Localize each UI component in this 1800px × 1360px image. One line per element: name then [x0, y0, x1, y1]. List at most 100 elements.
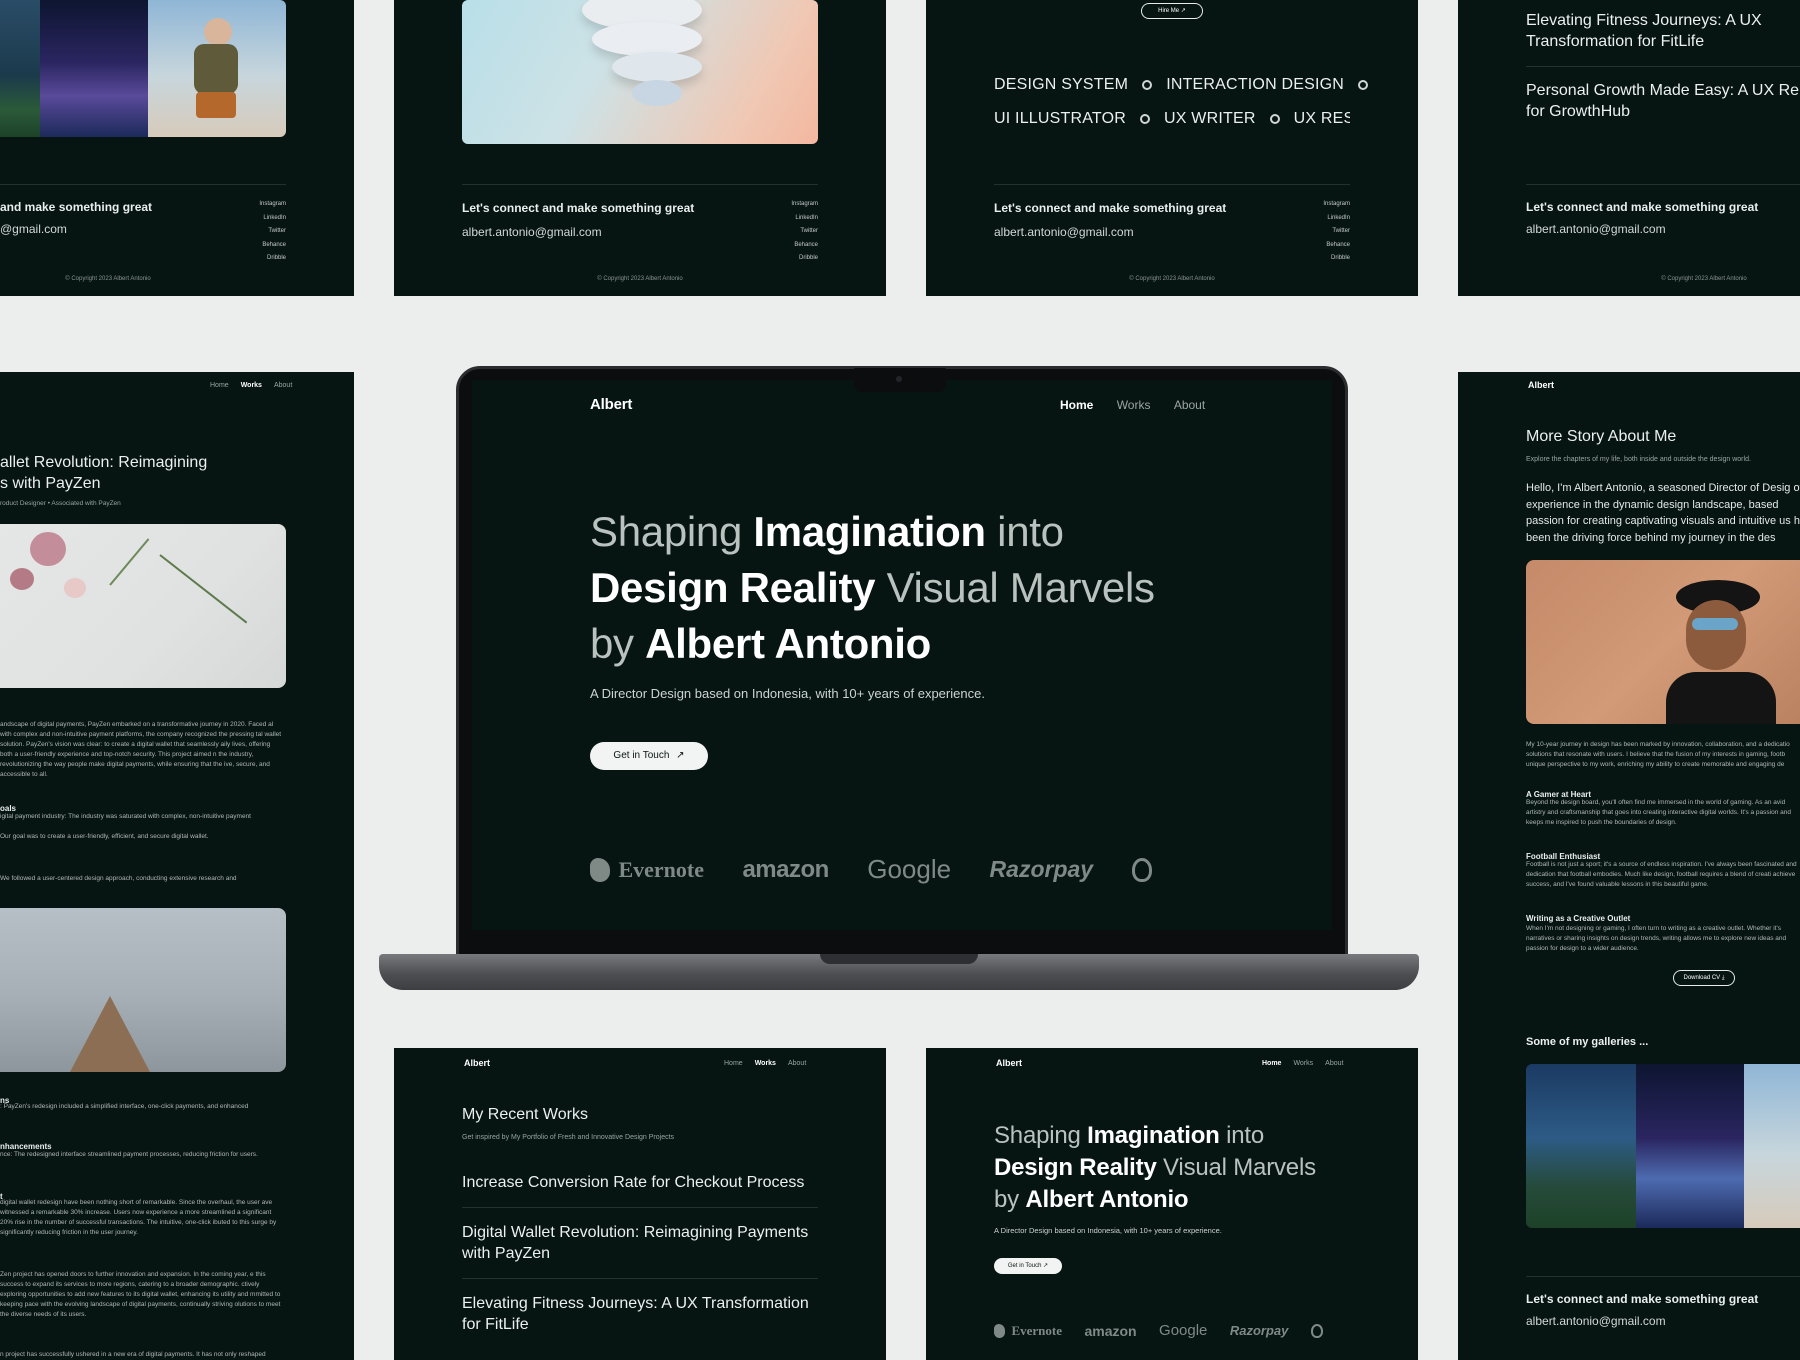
- footer-email[interactable]: @gmail.com: [0, 222, 67, 236]
- laptop-screen: Albert Home Works About Shaping Imaginat…: [472, 380, 1332, 930]
- gallery-photo-mountain: [1526, 1064, 1636, 1228]
- social-dribble[interactable]: Dribble: [1323, 252, 1350, 266]
- about-intro: Hello, I'm Albert Antonio, a seasoned Di…: [1526, 482, 1800, 544]
- evernote-icon: [994, 1323, 1005, 1338]
- get-in-touch-button[interactable]: Get in Touch ↗: [590, 742, 708, 770]
- footer-email[interactable]: albert.antonio@gmail.com: [462, 225, 818, 239]
- footer-social: Instagram LinkedIn Twitter Behance Dribb…: [791, 198, 818, 266]
- brand-evernote: Evernote: [1011, 1322, 1062, 1338]
- site-logo[interactable]: Albert: [996, 1058, 1022, 1068]
- about-subtitle: Explore the chapters of my life, both in…: [1526, 456, 1751, 463]
- work-item-payzen[interactable]: Digital Wallet Revolution: Reimagining P…: [462, 1208, 818, 1279]
- site-logo[interactable]: Albert: [590, 396, 632, 413]
- case-study-meta: roduct Designer • Associated with PayZen: [0, 500, 121, 507]
- social-twitter[interactable]: Twitter: [1323, 225, 1350, 239]
- gallery-photo-man: [1744, 1064, 1800, 1228]
- brand-evernote: Evernote: [618, 856, 704, 882]
- social-instagram[interactable]: Instagram: [259, 198, 286, 212]
- nav-works[interactable]: Works: [1117, 398, 1151, 412]
- nav-about[interactable]: About: [1174, 398, 1205, 412]
- gallery-photo-street: [1636, 1064, 1744, 1228]
- about-portrait-image: [1526, 560, 1800, 724]
- work-item-growthhub[interactable]: Personal Growth Made Easy: A UX Re for G…: [1526, 80, 1800, 122]
- gallery-photo-mountain: [0, 0, 40, 137]
- tag-interaction-design: INTERACTION DESIGN: [1166, 76, 1345, 93]
- social-linkedin[interactable]: LinkedIn: [259, 212, 286, 226]
- social-behance[interactable]: Behance: [259, 239, 286, 253]
- hero-subtitle: A Director Design based on Indonesia, wi…: [994, 1226, 1222, 1235]
- footer-divider: [0, 184, 286, 185]
- brand-razorpay: Razorpay: [1229, 1323, 1289, 1339]
- footer-copyright: © Copyright 2023 Albert Antonio: [597, 276, 683, 282]
- gallery-photo-man: [148, 0, 286, 137]
- social-behance[interactable]: Behance: [791, 239, 818, 253]
- divider: [1526, 66, 1800, 67]
- nav-about[interactable]: About: [274, 382, 292, 389]
- site-logo[interactable]: Albert: [464, 1058, 490, 1068]
- social-twitter[interactable]: Twitter: [259, 225, 286, 239]
- nav: Home Works About: [1250, 1060, 1343, 1067]
- social-instagram[interactable]: Instagram: [1323, 198, 1350, 212]
- nav-home[interactable]: Home: [1060, 398, 1093, 412]
- nav-about[interactable]: About: [788, 1060, 806, 1067]
- nav-home[interactable]: Home: [1262, 1060, 1281, 1067]
- footer-divider: [1526, 1276, 1800, 1277]
- footer-cta: and make something great: [0, 200, 153, 214]
- footer-cta: Let's connect and make something great: [1526, 1292, 1759, 1306]
- airbnb-icon: [1310, 1323, 1323, 1338]
- download-cv-button[interactable]: Download CV ⤓: [1673, 970, 1735, 986]
- social-linkedin[interactable]: LinkedIn: [1323, 212, 1350, 226]
- nav-about[interactable]: About: [1325, 1060, 1343, 1067]
- skill-tags-row-1: DESIGN SYSTEM INTERACTION DESIGN: [994, 76, 1382, 94]
- gallery-photo-street: [40, 0, 148, 137]
- nav: Home Works About: [198, 382, 292, 389]
- abstract-3d-image: [462, 0, 818, 144]
- hero-headline: Shaping Imagination into Design Reality …: [590, 508, 1155, 667]
- nav-home[interactable]: Home: [210, 382, 229, 389]
- footer-copyright: © Copyright 2023 Albert Antonio: [1661, 276, 1747, 282]
- arrow-up-right-icon: ↗: [1180, 8, 1186, 14]
- social-linkedin[interactable]: LinkedIn: [791, 212, 818, 226]
- case-study-title: allet Revolution: Reimagining s with Pay…: [0, 454, 208, 492]
- footer-copyright: © Copyright 2023 Albert Antonio: [65, 276, 151, 282]
- card-about: Albert More Story About Me Explore the c…: [1458, 372, 1800, 1360]
- download-icon: ⤓: [1721, 975, 1725, 981]
- social-dribble[interactable]: Dribble: [791, 252, 818, 266]
- skill-tags-row-2: UI ILLUSTRATOR UX WRITER UX RESEA: [994, 110, 1350, 128]
- hire-me-button[interactable]: Hire Me ↗: [1141, 3, 1203, 19]
- bullet-icon: [1140, 113, 1151, 124]
- works-subtitle: Get inspired by My Portfolio of Fresh an…: [462, 1134, 675, 1141]
- footer-email[interactable]: albert.antonio@gmail.com: [994, 225, 1350, 239]
- work-item-fitlife[interactable]: Elevating Fitness Journeys: A UX Transfo…: [1526, 10, 1800, 52]
- social-behance[interactable]: Behance: [1323, 239, 1350, 253]
- work-item-fitlife[interactable]: Elevating Fitness Journeys: A UX Transfo…: [462, 1279, 818, 1349]
- nav-works[interactable]: Works: [755, 1060, 776, 1067]
- conclusion-text: n project has successfully ushered in a …: [0, 1351, 266, 1358]
- about-title: More Story About Me: [1526, 428, 1677, 445]
- footer-email[interactable]: albert.antonio@gmail.com: [1526, 1314, 1666, 1328]
- nav-works[interactable]: Works: [241, 382, 262, 389]
- card-hero-small: Albert Home Works About Shaping Imaginatio…: [926, 1048, 1418, 1360]
- arrow-up-right-icon: ↗: [1043, 1263, 1049, 1269]
- nav-home[interactable]: Home: [724, 1060, 743, 1067]
- bullet-icon: [1269, 113, 1280, 124]
- site-logo[interactable]: Albert: [1528, 380, 1554, 390]
- galleries-heading: Some of my galleries ...: [1526, 1036, 1649, 1048]
- case-study-intro: andscape of digital payments, PayZen emb…: [0, 721, 282, 778]
- get-in-touch-button[interactable]: Get in Touch ↗: [994, 1258, 1062, 1274]
- brand-amazon: amazon: [1084, 1322, 1137, 1339]
- laptop-notch: [854, 368, 946, 392]
- social-instagram[interactable]: Instagram: [791, 198, 818, 212]
- works-title: My Recent Works: [462, 1106, 588, 1123]
- card-3d-footer: Let's connect and make something great a…: [394, 0, 886, 296]
- writing-heading: Writing as a Creative Outlet: [1526, 914, 1631, 923]
- nav-works[interactable]: Works: [1293, 1060, 1313, 1067]
- social-twitter[interactable]: Twitter: [791, 225, 818, 239]
- footer-divider: [1526, 184, 1800, 185]
- footer-social: Instagram LinkedIn Twitter Behance Dribb…: [259, 198, 286, 266]
- social-dribble[interactable]: Dribble: [259, 252, 286, 266]
- footer-email[interactable]: albert.antonio@gmail.com: [1526, 222, 1666, 236]
- brand-amazon: amazon: [742, 855, 829, 883]
- football-text: Football is not just a sport; it's a sou…: [1526, 861, 1797, 888]
- work-item-checkout[interactable]: Increase Conversion Rate for Checkout Pr…: [462, 1158, 818, 1208]
